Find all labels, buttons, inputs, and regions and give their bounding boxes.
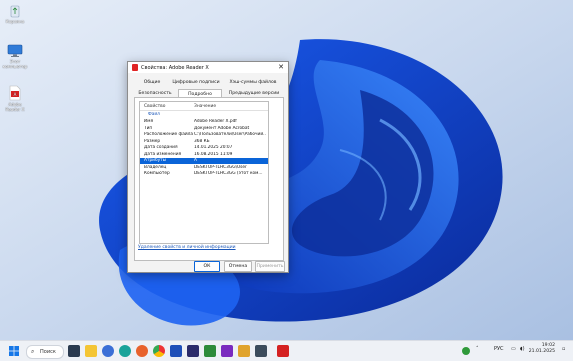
tab-strip: Общие Цифровые подписи Хэш-суммы файлов … xyxy=(134,76,282,100)
table-row[interactable]: Имя Adobe Reader X.pdf xyxy=(140,119,268,125)
pdf-icon[interactable] xyxy=(277,345,289,357)
desktop-icon-recycle-bin[interactable]: Корзина xyxy=(1,4,29,25)
dialog-title: Свойства: Adobe Reader X xyxy=(141,65,209,71)
tab-file-hashes[interactable]: Хэш-суммы файлов xyxy=(226,78,280,87)
table-row[interactable]: Размер 368 КБ xyxy=(140,139,268,145)
apply-button[interactable]: Применить xyxy=(255,261,285,272)
chrome-icon[interactable] xyxy=(153,345,165,357)
desktop-icon-label: Adobe Reader X xyxy=(5,102,25,112)
column-header-value[interactable]: Значение xyxy=(194,104,216,109)
table-row[interactable]: Расположение файла C:\Пользователи\User\Р… xyxy=(140,132,268,138)
app-icon[interactable] xyxy=(255,345,267,357)
properties-dialog: Свойства: Adobe Reader X ✕ Общие Цифровы… xyxy=(127,61,289,273)
table-row[interactable]: Тип Документ Adobe Acrobat xyxy=(140,126,268,132)
table-row[interactable]: Дата создания 14.01.2025 20:07 xyxy=(140,145,268,151)
word-icon[interactable] xyxy=(170,345,182,357)
desktop-icon-label: Корзина xyxy=(5,19,25,24)
clock-date: 21.01.2025 xyxy=(528,348,555,354)
network-icon[interactable]: ▭ xyxy=(511,346,516,352)
ok-button[interactable]: ОК xyxy=(194,261,220,272)
app-icon[interactable] xyxy=(187,345,199,357)
search-label: Поиск xyxy=(40,349,56,355)
desktop-icon-label: Этот компьютер xyxy=(2,59,28,69)
security-icon[interactable] xyxy=(462,347,470,355)
app-icon[interactable] xyxy=(221,345,233,357)
clock[interactable]: 19:02 21.01.2025 xyxy=(529,343,555,355)
app-icon[interactable] xyxy=(238,345,250,357)
desktop-icon-adobe-reader[interactable]: A Adobe Reader X xyxy=(1,85,29,112)
file-explorer-icon[interactable] xyxy=(85,345,97,357)
volume-icon[interactable]: ◖) xyxy=(520,346,525,352)
desktop-icon-this-pc[interactable]: Этот компьютер xyxy=(1,44,29,69)
table-row[interactable]: Владелец DESKTOP-TLHC3GG\User xyxy=(140,165,268,171)
tab-digital-signatures[interactable]: Цифровые подписи xyxy=(172,78,220,87)
recycle-bin-icon xyxy=(10,5,20,18)
pdf-icon: A xyxy=(9,85,21,101)
list-header: Свойство Значение xyxy=(140,102,268,111)
pdf-icon xyxy=(132,64,138,71)
tab-general[interactable]: Общие xyxy=(138,78,166,87)
edge-browser-icon[interactable] xyxy=(102,345,114,357)
table-row-selected[interactable]: Атрибуты A xyxy=(140,158,268,164)
svg-text:A: A xyxy=(14,92,17,97)
taskbar: ⌕ Поиск ˄ РУС ▭ ◖) 19:02 21.01.2025 ▫ xyxy=(0,340,573,361)
language-indicator[interactable]: РУС xyxy=(494,346,504,352)
group-header-file: Файл xyxy=(148,112,160,117)
properties-list[interactable]: Свойство Значение Файл Имя Adobe Reader X… xyxy=(139,101,269,244)
windows-start-icon[interactable] xyxy=(8,345,20,357)
table-row[interactable]: Дата изменения 16.08.2015 11:09 xyxy=(140,152,268,158)
taskbar-search[interactable]: ⌕ Поиск xyxy=(26,345,64,359)
search-icon: ⌕ xyxy=(31,348,35,355)
excel-icon[interactable] xyxy=(204,345,216,357)
computer-icon xyxy=(7,44,23,57)
notifications-icon[interactable]: ▫ xyxy=(562,346,565,352)
column-header-property[interactable]: Свойство xyxy=(144,104,165,109)
details-panel: Свойство Значение Файл Имя Adobe Reader X… xyxy=(134,97,284,261)
chevron-up-icon[interactable]: ˄ xyxy=(476,346,479,352)
close-icon[interactable]: ✕ xyxy=(278,63,284,71)
dialog-titlebar[interactable]: Свойства: Adobe Reader X ✕ xyxy=(128,62,288,73)
firefox-icon[interactable] xyxy=(136,345,148,357)
cancel-button[interactable]: Отмена xyxy=(224,261,252,272)
remove-properties-link[interactable]: Удаление свойств и личной информации xyxy=(138,245,236,250)
edge-icon[interactable] xyxy=(119,345,131,357)
task-view-icon[interactable] xyxy=(68,345,80,357)
table-row[interactable]: Компьютер DESKTOP-TLHC3GG (этот ком... xyxy=(140,171,268,177)
